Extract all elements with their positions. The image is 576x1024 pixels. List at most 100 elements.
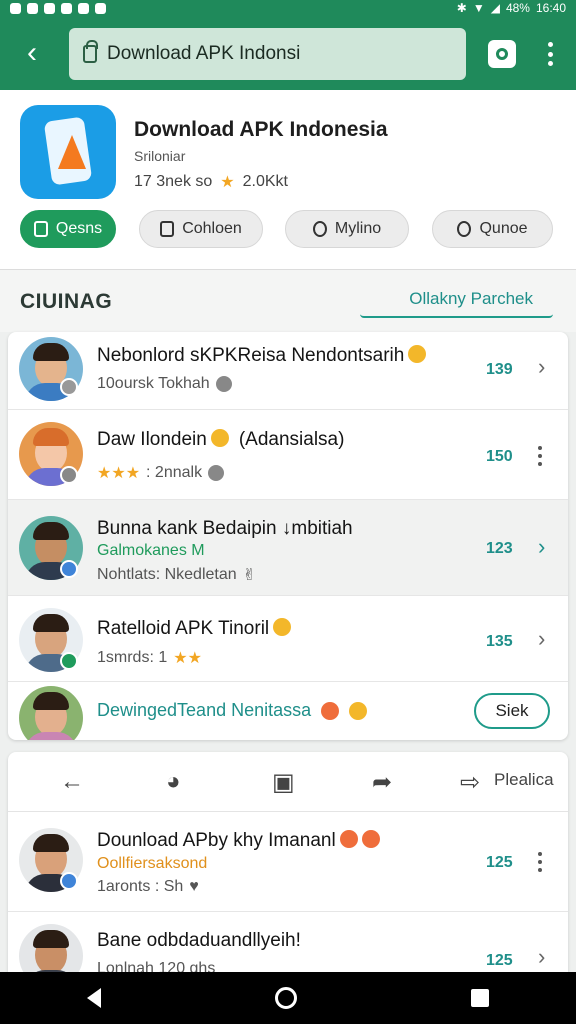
item-count: 125 bbox=[486, 952, 513, 969]
emoji-icon bbox=[339, 830, 358, 848]
action-row: ← ◕ ▣ ➦ ⇨ Plealica bbox=[8, 752, 568, 812]
chevron-right-icon[interactable]: › bbox=[538, 534, 545, 560]
list-item[interactable]: Ratelloid APK Tinoril 1smrds: 1 ★★ 135 › bbox=[8, 596, 568, 682]
item-count: 139 bbox=[486, 361, 513, 378]
section-header: CIUINAG Ollakny Parchek bbox=[0, 270, 576, 332]
nav-home-button[interactable] bbox=[275, 987, 297, 1009]
chevron-left-icon: ‹ bbox=[27, 36, 37, 69]
list-item[interactable]: Nebonlord sKPKReisa Nendontsarih 10oursk… bbox=[8, 332, 568, 410]
thumb-icon: ✌ bbox=[242, 567, 257, 584]
camera-button[interactable] bbox=[488, 40, 516, 68]
search-text: Download APK Indonsi bbox=[107, 43, 301, 64]
item-title: Bunna kank Bedaipin ↓mbitiah bbox=[97, 518, 353, 539]
emoji-icon bbox=[210, 429, 229, 447]
emoji-icon bbox=[408, 345, 427, 363]
item-count: 125 bbox=[486, 854, 513, 871]
chevron-right-icon[interactable]: › bbox=[538, 944, 545, 970]
item-meta: 1aronts : Sh ♥ bbox=[97, 878, 199, 895]
notification-icon bbox=[44, 2, 55, 14]
battery-level: 48% bbox=[505, 1, 530, 15]
avatar bbox=[19, 686, 83, 740]
item-subtitle: 1smrds: 1 ★★ bbox=[97, 649, 202, 667]
verified-badge bbox=[60, 872, 78, 890]
person-icon bbox=[33, 221, 48, 237]
status-bar: ✱ ▼ ◢ 48% 16:40 bbox=[0, 0, 576, 16]
item-title: Ratelloid APK Tinoril bbox=[97, 618, 292, 640]
camera-icon bbox=[496, 48, 508, 60]
toolbar: ‹ Download APK Indonsi bbox=[0, 16, 576, 90]
notification-icon bbox=[27, 2, 38, 14]
item-count: 123 bbox=[486, 540, 513, 557]
section-link-button[interactable]: Ollakny Parchek bbox=[360, 282, 553, 318]
signal-icon: ◢ bbox=[490, 1, 500, 15]
status-badge bbox=[60, 652, 78, 670]
verified-badge bbox=[60, 560, 78, 578]
nav-back-button[interactable] bbox=[87, 988, 101, 1008]
seek-button[interactable]: Siek bbox=[474, 693, 550, 729]
app-developer: Sriloniar bbox=[134, 148, 186, 164]
item-meta: Nohtlats: Nkedletan ✌ bbox=[97, 566, 257, 584]
star-icon: ★★ bbox=[173, 650, 202, 667]
chip-label: Mylino bbox=[334, 220, 382, 237]
notification-icon bbox=[95, 2, 106, 14]
chip-label: Qunoe bbox=[479, 220, 528, 237]
install-chip[interactable]: Qesns bbox=[20, 210, 116, 248]
action-chips: Qesns Cohloen Mylino Qunoe bbox=[20, 210, 560, 250]
emoji-icon bbox=[361, 830, 380, 848]
chip-label: Qesns bbox=[55, 220, 103, 237]
item-title: Daw Ilondein (Adansialsa) bbox=[97, 429, 345, 450]
more-options-button[interactable] bbox=[538, 446, 544, 466]
app-title: Download APK Indonesia bbox=[134, 118, 388, 141]
settings-chip[interactable]: Qunoe bbox=[432, 210, 553, 248]
item-subtitle: Galmokanes M bbox=[97, 542, 205, 559]
chevron-right-icon[interactable]: › bbox=[538, 626, 545, 652]
app-size: 17 3nek so bbox=[134, 173, 213, 190]
item-title: DewingedTeand Nenitassa bbox=[97, 700, 368, 721]
item-title: Dounload APby khy Imananl bbox=[97, 830, 380, 852]
arrow-left-icon[interactable]: ← bbox=[60, 768, 84, 796]
clock: 16:40 bbox=[535, 1, 566, 15]
item-title: Nebonlord sKPKReisa Nendontsarih bbox=[97, 345, 427, 367]
bluetooth-icon: ✱ bbox=[456, 1, 467, 15]
more-options-button[interactable] bbox=[538, 852, 544, 872]
wifi-icon: ▼ bbox=[472, 1, 485, 15]
emoji-icon bbox=[273, 618, 292, 636]
results-list: Nebonlord sKPKReisa Nendontsarih 10oursk… bbox=[8, 332, 568, 740]
chip-label: Cohloen bbox=[182, 220, 242, 237]
star-icon: ★★★ bbox=[97, 465, 141, 482]
clipboard-icon bbox=[160, 221, 175, 237]
action-label[interactable]: Plealica bbox=[494, 770, 554, 790]
nav-recents-button[interactable] bbox=[471, 989, 489, 1007]
item-subtitle: 10oursk Tokhah bbox=[97, 375, 232, 393]
item-title: Bane odbdaduandllyeih! bbox=[97, 930, 301, 951]
list-item[interactable]: Bunna kank Bedaipin ↓mbitiah Galmokanes … bbox=[8, 500, 568, 596]
status-badge bbox=[60, 466, 78, 484]
section-title: CIUINAG bbox=[20, 290, 113, 313]
search-input[interactable]: Download APK Indonsi bbox=[69, 28, 466, 80]
overflow-menu-button[interactable] bbox=[540, 38, 560, 70]
save-icon[interactable]: ▣ bbox=[272, 768, 295, 797]
second-results-card: ← ◕ ▣ ➦ ⇨ Plealica Dounload APby khy Ima… bbox=[8, 752, 568, 982]
list-item[interactable]: Daw Ilondein (Adansialsa) ★★★: 2nnalk 150 bbox=[8, 410, 568, 500]
app-header-card: Download APK Indonesia Sriloniar 17 3nek… bbox=[0, 90, 576, 270]
user-icon bbox=[312, 221, 327, 237]
collection-chip[interactable]: Cohloen bbox=[139, 210, 263, 248]
notification-icon bbox=[10, 2, 21, 14]
app-meta: 17 3nek so ★ 2.0Kkt bbox=[134, 172, 288, 192]
profile-chip[interactable]: Mylino bbox=[285, 210, 409, 248]
star-icon: ★ bbox=[220, 174, 235, 191]
gift-icon bbox=[321, 701, 340, 720]
item-subtitle: ★★★: 2nnalk bbox=[97, 463, 225, 483]
back-button[interactable]: ‹ bbox=[0, 16, 64, 90]
share-icon[interactable]: ➦ bbox=[372, 768, 392, 797]
forward-icon[interactable]: ⇨ bbox=[460, 768, 480, 797]
chevron-right-icon[interactable]: › bbox=[538, 354, 545, 380]
list-item[interactable]: Dounload APby khy Imananl Oollfiersakson… bbox=[8, 812, 568, 912]
item-count: 135 bbox=[486, 633, 513, 650]
search-icon[interactable]: ◕ bbox=[166, 768, 181, 796]
notification-icon bbox=[78, 2, 89, 14]
notification-icon bbox=[61, 2, 72, 14]
heart-icon: ♥ bbox=[189, 878, 199, 895]
lock-icon bbox=[83, 40, 98, 63]
app-icon bbox=[20, 105, 116, 199]
